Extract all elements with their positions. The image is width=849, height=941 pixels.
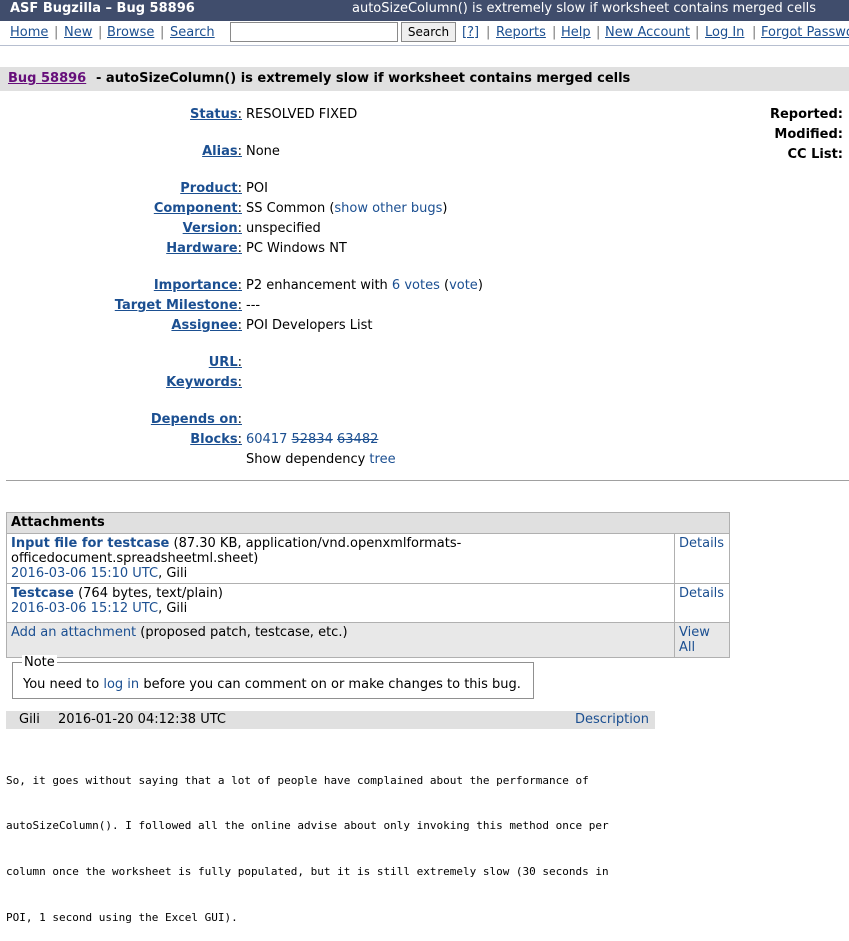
alias-value: None <box>246 144 280 159</box>
target-milestone-value: --- <box>246 298 261 313</box>
version-label[interactable]: Version: <box>183 221 242 236</box>
blocks-bug-link-resolved[interactable]: 63482 <box>337 432 378 447</box>
view-all-link[interactable]: View All <box>679 625 710 655</box>
importance-label[interactable]: Importance: <box>154 278 242 293</box>
attachments-footer: Add an attachment (proposed patch, testc… <box>6 622 730 658</box>
comment-text: So, it goes without saying that a lot of… <box>6 742 666 941</box>
comment-description-link[interactable]: Description <box>575 712 649 727</box>
assignee-label[interactable]: Assignee: <box>171 318 242 333</box>
dependency-tree-link[interactable]: tree <box>369 452 395 467</box>
attachment-date-link[interactable]: 2016-03-06 15:12 UTC <box>11 601 158 616</box>
comment-date: 2016-01-20 04:12:38 UTC <box>58 712 226 727</box>
comment-line: autoSizeColumn(). I followed all the onl… <box>6 819 609 833</box>
comment-line: column once the worksheet is fully popul… <box>6 865 609 879</box>
attachments-header: Attachments <box>6 512 730 534</box>
attachment-meta: (764 bytes, text/plain) <box>78 586 223 601</box>
attachment-author: Gili <box>166 601 188 616</box>
votes-link[interactable]: 6 votes <box>392 278 440 293</box>
attachment-name-link[interactable]: Testcase <box>11 586 74 601</box>
attachment-name-link[interactable]: Input file for testcase <box>11 536 169 551</box>
assignee-value: POI Developers List <box>246 318 373 333</box>
url-label[interactable]: URL: <box>209 355 242 370</box>
comment-line: POI, 1 second using the Excel GUI). <box>6 911 238 925</box>
alias-label[interactable]: Alias: <box>202 144 242 159</box>
depends-on-label[interactable]: Depends on: <box>151 412 242 427</box>
blocks-value: 60417 52834 63482 <box>246 432 378 447</box>
target-milestone-label[interactable]: Target Milestone: <box>115 298 242 313</box>
importance-value: P2 enhancement with 6 votes (vote) <box>246 278 483 293</box>
version-value: unspecified <box>246 221 321 236</box>
attachments-table: Attachments Input file for testcase (87.… <box>6 512 730 658</box>
add-attachment-link[interactable]: Add an attachment <box>11 625 136 640</box>
blocks-bug-link[interactable]: 60417 <box>246 432 287 447</box>
note-log-in-link[interactable]: log in <box>103 677 139 692</box>
note-text: You need to log in before you can commen… <box>23 677 521 692</box>
section-divider <box>6 480 849 481</box>
bug-fields: Status: RESOLVED FIXED Alias: None Produ… <box>0 0 849 480</box>
keywords-label[interactable]: Keywords: <box>166 375 242 390</box>
blocks-label[interactable]: Blocks: <box>190 432 242 447</box>
modified-label: Modified: <box>774 127 843 142</box>
component-value: SS Common (show other bugs) <box>246 201 448 216</box>
cc-list-label: CC List: <box>787 147 844 162</box>
add-attachment-hint: (proposed patch, testcase, etc.) <box>140 625 348 640</box>
reported-label: Reported: <box>769 107 843 122</box>
vote-link[interactable]: vote <box>449 278 478 293</box>
component-label[interactable]: Component: <box>154 201 242 216</box>
product-value: POI <box>246 181 268 196</box>
note-legend: Note <box>22 655 57 670</box>
hardware-value: PC Windows NT <box>246 241 347 256</box>
attachment-details-link[interactable]: Details <box>679 586 724 601</box>
attachment-row: Testcase (764 bytes, text/plain) 2016-03… <box>6 583 730 623</box>
note-box: Note You need to log in before you can c… <box>12 655 534 699</box>
status-value: RESOLVED FIXED <box>246 107 358 122</box>
hardware-label[interactable]: Hardware: <box>166 241 242 256</box>
attachment-date-link[interactable]: 2016-03-06 15:10 UTC <box>11 566 158 581</box>
comment-header: Gili 2016-01-20 04:12:38 UTC Description <box>6 711 655 729</box>
attachment-row: Input file for testcase (87.30 KB, appli… <box>6 533 730 584</box>
comment-author: Gili <box>19 712 40 727</box>
status-label[interactable]: Status: <box>190 107 242 122</box>
show-dependency: Show dependency tree <box>246 452 396 467</box>
blocks-bug-link-resolved[interactable]: 52834 <box>292 432 333 447</box>
attachment-details-link[interactable]: Details <box>679 536 724 551</box>
show-other-bugs-link[interactable]: show other bugs <box>334 201 442 216</box>
attachment-author: Gili <box>166 566 188 581</box>
comment-line: So, it goes without saying that a lot of… <box>6 773 589 787</box>
product-label[interactable]: Product: <box>180 181 242 196</box>
